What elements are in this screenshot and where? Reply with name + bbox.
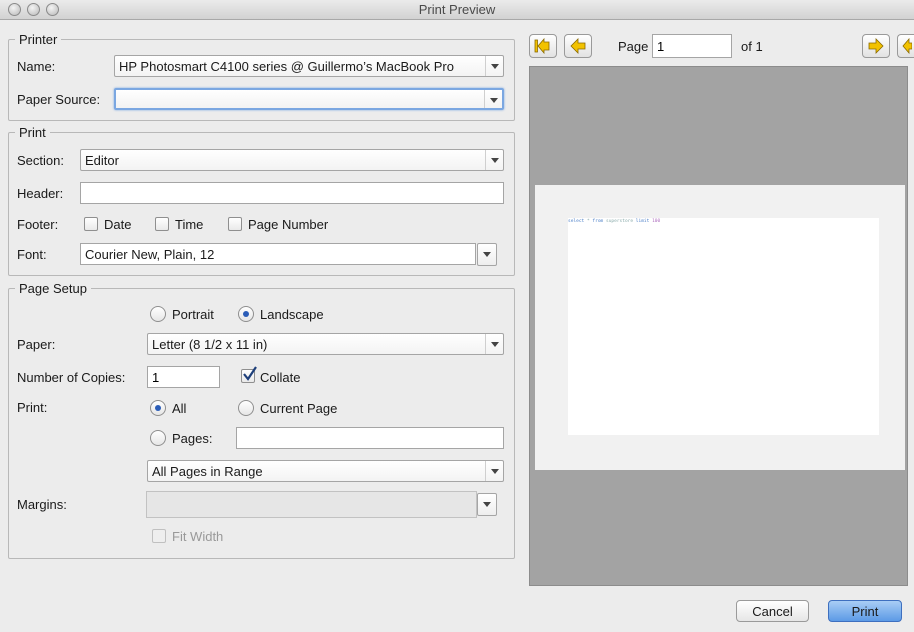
footer-page-number-label: Page Number [248, 217, 329, 232]
footer-label: Footer: [17, 217, 59, 232]
current-page-label: Current Page [260, 401, 338, 416]
code-table-name: superstore [605, 219, 634, 224]
last-page-icon [902, 38, 912, 54]
font-label: Font: [17, 247, 47, 262]
copies-input[interactable] [147, 366, 220, 388]
paper-value: Letter (8 1/2 x 11 in) [152, 337, 268, 352]
chevron-down-icon [485, 461, 503, 481]
code-number: 100 [652, 219, 661, 224]
footer-time-label: Time [175, 217, 204, 232]
chevron-down-icon [483, 252, 491, 257]
chevron-down-icon [483, 502, 491, 507]
title-bar[interactable]: Print Preview [0, 0, 914, 20]
print-legend: Print [15, 125, 50, 140]
code-keyword-from: from [592, 219, 604, 224]
collate-checkbox[interactable] [241, 366, 257, 383]
font-chooser-button[interactable] [477, 243, 497, 266]
section-value: Editor [85, 153, 119, 168]
print-range-label: Print: [17, 400, 48, 415]
paper-label: Paper: [17, 337, 56, 352]
next-page-button[interactable] [862, 34, 890, 58]
header-input[interactable] [80, 182, 504, 204]
header-label: Header: [17, 186, 64, 201]
page-range-value: All Pages in Range [152, 464, 263, 479]
code-keyword-select: select [568, 219, 585, 224]
portrait-label: Portrait [172, 307, 214, 322]
fit-width-label: Fit Width [172, 529, 224, 544]
section-select[interactable]: Editor [80, 149, 504, 171]
chevron-down-icon [484, 90, 502, 108]
footer-page-number-checkbox[interactable] [228, 217, 242, 231]
footer-date-checkbox[interactable] [84, 217, 98, 231]
code-keyword-limit: limit [635, 219, 650, 224]
page-range-select[interactable]: All Pages in Range [147, 460, 504, 482]
preview-page: select * from superstore limit 100 [568, 218, 879, 435]
preview-sheet: select * from superstore limit 100 [535, 185, 905, 470]
next-page-icon [868, 38, 884, 54]
cancel-button[interactable]: Cancel [736, 600, 809, 622]
code-star: * [586, 219, 590, 224]
font-value: Courier New, Plain, 12 [85, 247, 215, 262]
margins-field[interactable] [146, 491, 477, 518]
chevron-down-icon [485, 334, 503, 354]
footer-time-checkbox[interactable] [155, 217, 169, 231]
footer-date-label: Date [104, 217, 132, 232]
prev-page-icon [570, 38, 586, 54]
print-button[interactable]: Print [828, 600, 902, 622]
paper-select[interactable]: Letter (8 1/2 x 11 in) [147, 333, 504, 355]
page-count-label: of 1 [741, 39, 763, 54]
pages-radio[interactable] [150, 430, 166, 446]
printer-name-label: Name: [17, 59, 56, 74]
font-field[interactable]: Courier New, Plain, 12 [80, 243, 476, 265]
previous-page-button[interactable] [564, 34, 592, 58]
page-label: Page [618, 39, 649, 54]
first-page-icon [534, 38, 550, 54]
section-label: Section: [17, 153, 64, 168]
chevron-down-icon [485, 150, 503, 170]
page-setup-group: Page Setup [8, 281, 515, 559]
paper-source-label: Paper Source: [17, 92, 101, 107]
print-all-radio[interactable] [150, 400, 166, 416]
current-page-radio[interactable] [238, 400, 254, 416]
printer-legend: Printer [15, 32, 62, 47]
portrait-radio[interactable] [150, 306, 166, 322]
landscape-label: Landscape [260, 307, 324, 322]
fit-width-checkbox[interactable] [152, 529, 166, 543]
last-page-button[interactable] [897, 34, 914, 58]
margins-label: Margins: [17, 497, 67, 512]
printer-name-value: HP Photosmart C4100 series @ Guillermo’s… [119, 59, 454, 74]
chevron-down-icon [485, 56, 503, 76]
landscape-radio[interactable] [238, 306, 254, 322]
print-all-label: All [172, 401, 187, 416]
collate-label: Collate [260, 370, 301, 385]
first-page-button[interactable] [529, 34, 557, 58]
page-setup-legend: Page Setup [15, 281, 91, 296]
pages-label: Pages: [172, 431, 213, 446]
page-number-input[interactable] [652, 34, 732, 58]
preview-code-line: select * from superstore limit 100 [568, 219, 660, 224]
paper-source-select[interactable] [114, 88, 504, 110]
checkmark-icon [243, 366, 257, 381]
margins-chooser-button[interactable] [477, 493, 497, 516]
window-title: Print Preview [418, 2, 496, 17]
copies-label: Number of Copies: [17, 370, 126, 385]
printer-name-select[interactable]: HP Photosmart C4100 series @ Guillermo’s… [114, 55, 504, 77]
preview-pane[interactable]: select * from superstore limit 100 [529, 66, 908, 586]
pages-input[interactable] [236, 427, 504, 449]
